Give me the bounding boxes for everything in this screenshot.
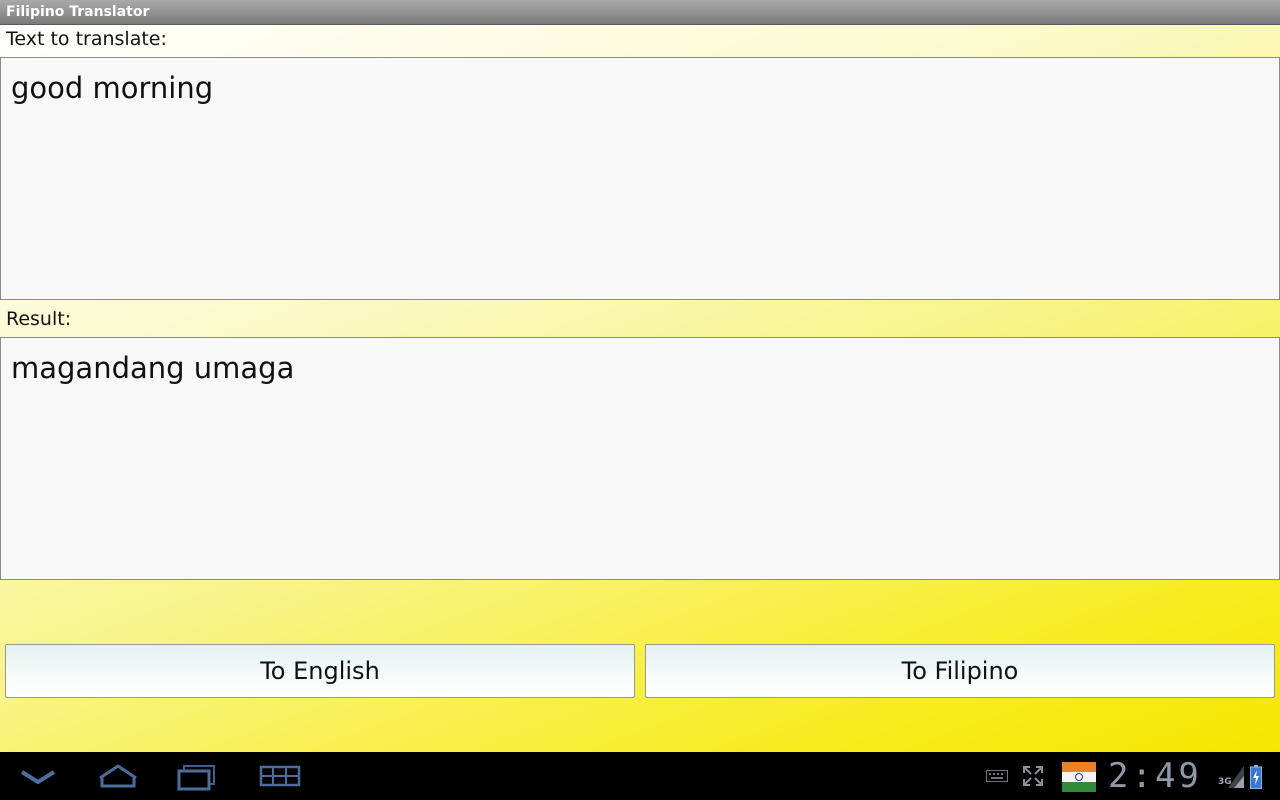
system-bar: 2:49 3G [0,752,1280,800]
keyboard-icon[interactable] [986,770,1008,782]
app-title: Filipino Translator [6,4,150,20]
title-bar: Filipino Translator [0,0,1280,25]
back-icon[interactable] [12,758,68,794]
signal-icon [1228,766,1244,788]
translate-input[interactable]: good morning [0,57,1280,300]
india-flag-icon [1062,762,1096,792]
fullscreen-icon[interactable] [1022,765,1044,787]
result-label: Result: [6,308,72,330]
clock[interactable]: 2:49 [1108,756,1216,796]
home-icon[interactable] [90,758,146,794]
to-english-button[interactable]: To English [5,644,635,698]
to-filipino-button[interactable]: To Filipino [645,644,1275,698]
main-content: Text to translate: good morning Result: … [0,25,1280,752]
screen: Filipino Translator Text to translate: g… [0,0,1280,800]
input-label: Text to translate: [6,28,167,50]
battery-icon [1250,765,1262,789]
result-output[interactable]: magandang umaga [0,337,1280,580]
recent-apps-icon[interactable] [170,758,226,794]
menu-icon[interactable] [252,758,308,794]
